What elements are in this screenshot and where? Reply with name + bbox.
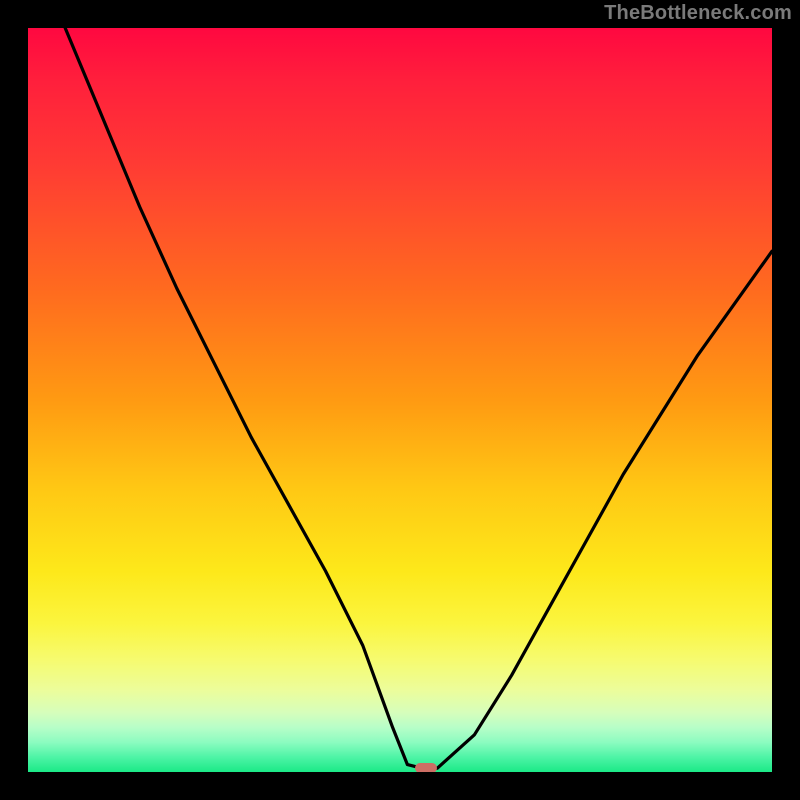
plot-outer	[28, 28, 772, 772]
plot-area	[28, 28, 772, 772]
optimal-marker	[415, 763, 437, 772]
bottleneck-curve	[28, 28, 772, 772]
chart-frame: TheBottleneck.com	[0, 0, 800, 800]
watermark-text: TheBottleneck.com	[604, 2, 792, 25]
